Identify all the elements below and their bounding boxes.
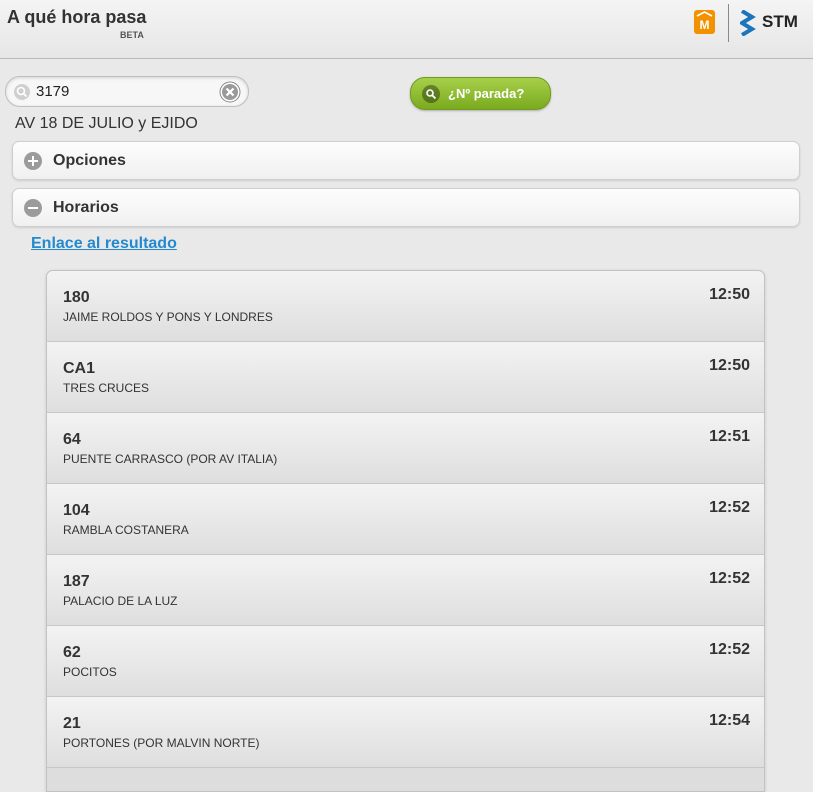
schedules-collapsible[interactable]: Horarios [12,188,800,227]
stm-logo: STM [738,9,800,37]
schedule-list: 180 JAIME ROLDOS Y PONS Y LONDRES 12:50 … [46,270,765,792]
arrival-time: 12:50 [709,357,750,374]
route-destination: POCITOS [63,665,117,679]
schedule-row[interactable]: 64 PUENTE CARRASCO (POR AV ITALIA) 12:51 [47,413,764,484]
search-icon [14,84,30,100]
route-destination: RAMBLA COSTANERA [63,523,189,537]
stm-arrow-icon [738,9,756,37]
stop-number-button-label: ¿Nº parada? [448,86,525,101]
search-icon [422,84,440,103]
arrival-time: 12:51 [709,428,750,445]
schedule-row[interactable]: 62 POCITOS 12:52 [47,626,764,697]
schedule-row[interactable]: 187 PALACIO DE LA LUZ 12:52 [47,555,764,626]
logo-divider [728,4,729,42]
arrival-time: 12:52 [709,570,750,587]
options-collapsible[interactable]: Opciones [12,141,800,180]
arrival-time: 12:52 [709,499,750,516]
route-destination: PORTONES (POR MALVIN NORTE) [63,736,260,750]
route-destination: JAIME ROLDOS Y PONS Y LONDRES [63,310,273,324]
route-number: 64 [63,431,81,448]
arrival-time: 12:52 [709,641,750,658]
app-header: A qué hora pasa BETA M STM [0,0,813,59]
route-destination: PUENTE CARRASCO (POR AV ITALIA) [63,452,278,466]
route-destination: PALACIO DE LA LUZ [63,594,178,608]
m-logo-icon: M [694,10,715,34]
stm-logo-text: STM [762,12,798,31]
stop-search-input[interactable] [36,80,216,102]
schedule-row[interactable]: CA1 TRES CRUCES 12:50 [47,342,764,413]
route-number: 21 [63,715,81,732]
app-title: A qué hora pasa [7,7,147,27]
plus-icon [24,151,42,170]
arrival-time: 12:50 [709,286,750,303]
schedules-label: Horarios [53,198,119,216]
result-link[interactable]: Enlace al resultado [31,235,177,253]
route-number: 187 [63,573,90,590]
stop-search-field[interactable] [5,76,249,107]
options-label: Opciones [53,151,126,169]
schedule-row[interactable]: 21 PORTONES (POR MALVIN NORTE) 12:54 [47,697,764,768]
clear-search-icon[interactable] [219,81,241,103]
route-destination: TRES CRUCES [63,381,150,395]
arrival-time: 12:54 [709,712,750,729]
beta-badge: BETA [120,30,144,40]
svg-text:M: M [700,18,710,32]
stop-number-search-button[interactable]: ¿Nº parada? [410,77,551,110]
route-number: 104 [63,502,90,519]
route-number: 180 [63,289,90,306]
minus-icon [24,198,42,217]
stop-name: AV 18 DE JULIO y EJIDO [15,115,198,132]
schedule-row[interactable]: 104 RAMBLA COSTANERA 12:52 [47,484,764,555]
route-number: 62 [63,644,81,661]
route-number: CA1 [63,360,96,377]
schedule-row[interactable]: 180 JAIME ROLDOS Y PONS Y LONDRES 12:50 [47,271,764,342]
